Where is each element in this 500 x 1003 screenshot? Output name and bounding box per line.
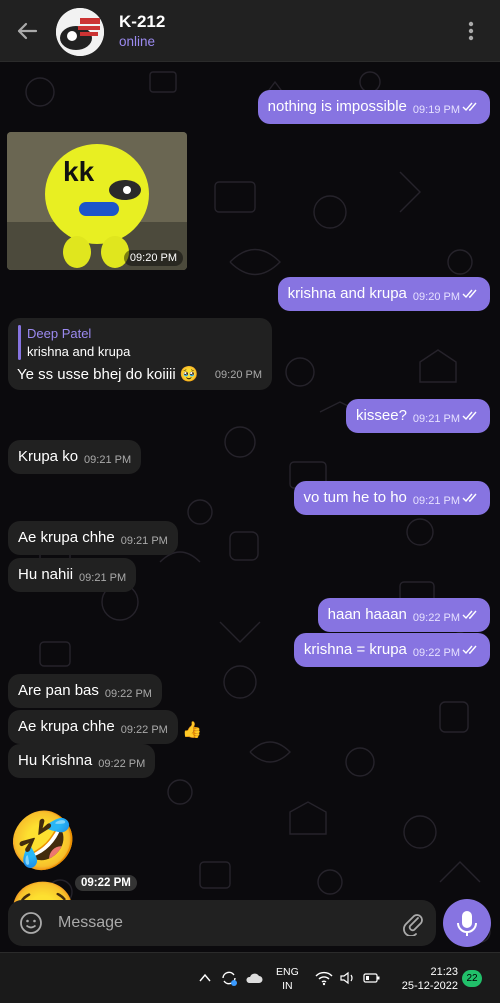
cloud-icon[interactable] <box>244 970 264 986</box>
read-ticks-icon <box>462 493 477 503</box>
chat-title[interactable]: K-212 <box>119 12 165 32</box>
microphone-button[interactable] <box>443 899 491 947</box>
message-time: 09:22 PM <box>412 612 460 624</box>
incoming-message[interactable]: Hu Krishna 09:22 PM <box>8 744 156 778</box>
language-indicator[interactable]: ENG IN <box>276 965 299 993</box>
outgoing-message[interactable]: nothing is impossible 09:19 PM <box>257 90 490 124</box>
message-time: 09:21 PM <box>79 572 127 584</box>
message-list[interactable]: nothing is impossible 09:19 PM kk 09:20 P… <box>0 62 500 952</box>
message-text: krishna and krupa <box>287 285 407 302</box>
message-time: 09:22 PM <box>104 688 152 700</box>
outgoing-message[interactable]: haan haaan 09:22 PM <box>317 598 490 632</box>
message-time: 09:22 PM <box>412 647 460 659</box>
incoming-message[interactable]: Are pan bas 09:22 PM <box>8 674 162 708</box>
read-ticks-icon <box>462 289 477 299</box>
incoming-message[interactable]: Krupa ko 09:21 PM <box>8 440 142 474</box>
smile-icon[interactable] <box>18 910 44 936</box>
read-ticks-icon <box>462 411 477 421</box>
outgoing-message[interactable]: krishna and krupa 09:20 PM <box>277 277 490 311</box>
outgoing-message[interactable]: krishna = krupa 09:22 PM <box>293 633 490 667</box>
message-text: nothing is impossible <box>267 98 407 115</box>
system-taskbar: ENG IN 21:23 25-12-2022 22 <box>0 952 500 1003</box>
message-time: 09:22 PM <box>120 724 168 736</box>
microphone-icon <box>457 911 477 936</box>
chat-header: K-212 online <box>0 0 500 62</box>
message-time: 09:21 PM <box>412 495 460 507</box>
read-ticks-icon <box>462 645 477 655</box>
message-text: haan haaan <box>327 606 407 623</box>
reply-author[interactable]: Deep Patel <box>27 326 91 341</box>
more-vertical-icon[interactable] <box>459 16 483 46</box>
avatar[interactable] <box>56 8 104 56</box>
message-time: 09:20 PM <box>412 291 460 303</box>
paperclip-icon[interactable] <box>400 910 426 936</box>
online-status: online <box>119 34 156 49</box>
sticker-caption: kk <box>63 156 95 187</box>
wifi-icon[interactable] <box>315 970 333 986</box>
message-time: 09:22 PM <box>98 758 146 770</box>
message-text: Are pan bas <box>18 682 99 699</box>
message-time: 09:20 PM <box>214 369 262 381</box>
sync-icon[interactable] <box>219 968 239 988</box>
message-input[interactable] <box>58 900 388 946</box>
notification-badge[interactable]: 22 <box>462 970 482 987</box>
sticker-image[interactable]: kk 09:20 PM <box>7 132 187 270</box>
message-text: krishna = krupa <box>303 641 407 658</box>
incoming-message[interactable]: Ae krupa chhe 09:21 PM <box>8 521 178 555</box>
message-time: 09:19 PM <box>412 104 460 116</box>
reply-quote[interactable]: krishna and krupa <box>27 344 130 359</box>
message-text: Ae krupa chhe <box>18 529 115 546</box>
read-ticks-icon <box>462 610 477 620</box>
battery-icon[interactable] <box>363 972 381 984</box>
region-code: IN <box>282 980 293 992</box>
message-time: 09:22 PM <box>75 875 137 891</box>
message-text: Ae krupa chhe <box>18 718 115 735</box>
volume-icon[interactable] <box>339 970 357 986</box>
incoming-reply-message[interactable]: Deep Patel krishna and krupa Ye ss usse … <box>8 318 272 390</box>
reply-indicator <box>18 325 21 360</box>
message-time: 09:21 PM <box>412 413 460 425</box>
system-clock[interactable]: 21:23 25-12-2022 <box>396 965 458 993</box>
back-arrow-icon[interactable] <box>12 16 42 46</box>
incoming-message[interactable]: Hu nahii 09:21 PM <box>8 558 137 592</box>
message-time: 09:21 PM <box>84 454 132 466</box>
clock-date: 25-12-2022 <box>401 980 458 992</box>
outgoing-message[interactable]: vo tum he to ho 09:21 PM <box>293 481 490 515</box>
message-composer <box>8 900 436 946</box>
message-time: 09:21 PM <box>120 535 168 547</box>
message-text: kissee? <box>356 407 407 424</box>
message-text: Hu Krishna <box>18 752 93 769</box>
thumbs-up-reaction[interactable]: 👍 <box>182 720 202 740</box>
read-ticks-icon <box>462 102 477 112</box>
incoming-message[interactable]: Ae krupa chhe 09:22 PM <box>8 710 178 744</box>
message-text: Krupa ko <box>18 448 79 465</box>
outgoing-message[interactable]: kissee? 09:21 PM <box>346 399 490 433</box>
clock-time: 21:23 <box>430 966 458 978</box>
chevron-up-icon[interactable] <box>198 971 212 985</box>
message-text: vo tum he to ho <box>303 489 407 506</box>
language-code: ENG <box>276 966 299 978</box>
message-text: Ye ss usse bhej do koiiii 🥹 <box>17 366 199 383</box>
message-text: Hu nahii <box>18 566 74 583</box>
message-time: 09:20 PM <box>123 250 183 266</box>
